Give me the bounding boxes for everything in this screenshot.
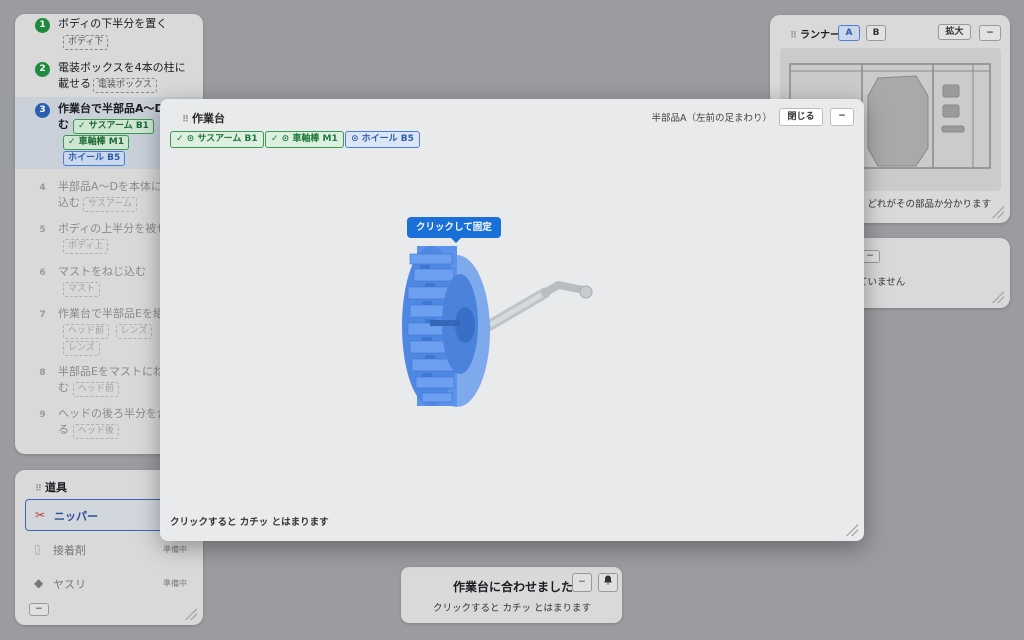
click-to-fix-tooltip: クリックして固定 [407,217,501,243]
tool-status: 準備中 [163,545,187,554]
workbench-title: 作業台 [192,112,226,125]
step-text-line2: む [58,118,69,131]
close-button[interactable]: 閉じる [779,108,823,126]
toast-subtitle: クリックすると カチッ とはまります [433,603,592,614]
runner-title: ランナー [800,30,841,41]
workbench-hint: クリックすると カチッ とはまります [170,517,329,528]
toast-title: 作業台に合わせました [453,580,574,594]
assembly-toast: 作業台に合わせました クリックすると カチッ とはまります − [401,567,622,623]
workbench-3d-view[interactable] [160,99,864,541]
wheel-part[interactable] [402,246,490,407]
step-1[interactable]: 1 ボディの下半分を置く ボディ下 [15,14,203,60]
drag-handle-icon[interactable]: ⠿ [182,115,189,125]
part-tag[interactable]: レンズ [63,341,100,356]
part-tag-selected[interactable]: ホイール B5 [63,151,126,166]
step-number: 8 [39,368,46,378]
step-number: 5 [39,225,46,235]
part-tag[interactable]: ボディ下 [63,35,109,50]
step-number: 1 [35,18,50,33]
part-tag[interactable]: ボディ上 [63,239,109,254]
tools-title: 道具 [45,481,68,494]
part-tag[interactable]: マスト [63,282,101,297]
step-number: 7 [39,310,46,320]
drag-handle-icon[interactable]: ⠿ [35,484,42,494]
resize-handle-icon[interactable] [992,206,1004,218]
part-tag[interactable]: ヘッド前 [63,324,110,339]
step-text: ボディの下半分を置く [58,17,168,30]
part-tag[interactable]: サスアーム [83,197,138,212]
step-text-line2: む [58,381,69,394]
file-icon: ◆ [34,576,44,590]
part-tag[interactable]: ヘッド後 [73,424,120,439]
runner-caption: 、どれがその部品か分かります [858,199,992,210]
part-tag[interactable]: ヘッド前 [73,382,120,397]
part-tag[interactable]: レンズ [115,324,153,339]
part-tag[interactable]: 電装ボックス [93,78,157,93]
step-text-line2: 載せる [58,77,91,90]
tool-status: 準備中 [163,579,187,588]
tool-label: ニッパー [54,510,98,523]
step-number: 9 [39,410,46,420]
tool-label: ヤスリ [53,578,86,591]
part-tag-done[interactable]: ✓ サスアーム B1 [73,119,154,134]
resize-handle-icon[interactable] [846,524,858,536]
part-chip-axle[interactable]: ✓ ⊙ 車軸棒 M1 [265,131,344,148]
workbench-part-name: 半部品A（左前の足まわり） [651,113,773,124]
bell-icon[interactable] [598,573,618,592]
glue-icon: ▯ [34,542,41,556]
step-number: 3 [35,103,50,118]
step-number: 2 [35,62,50,77]
part-tag-done[interactable]: ✓ 車軸棒 M1 [63,135,130,150]
step-text-line2: 込む [58,196,80,209]
resize-handle-icon[interactable] [185,608,197,620]
runner-tab-a[interactable]: A [838,25,860,41]
info-text: ていません [858,277,906,288]
runner-tab-b[interactable]: B [866,25,886,41]
step-number: 4 [39,183,46,193]
tools-collapse-button[interactable]: − [29,603,49,616]
runner-collapse-button[interactable]: − [979,25,1001,41]
resize-handle-icon[interactable] [992,291,1004,303]
part-chip-suspension-arm[interactable]: ✓ ⊙ サスアーム B1 [170,131,264,148]
tool-file[interactable]: ◆ ヤスリ 準備中 [25,568,195,598]
part-chip-wheel[interactable]: ⊙ ホイール B5 [345,131,420,148]
drag-handle-icon[interactable]: ⠿ [790,31,797,41]
tool-label: 接着剤 [53,544,86,557]
scissors-icon: ✂ [35,508,46,522]
step-text-line2: る [58,423,69,436]
workbench-modal: ⠿ 作業台 半部品A（左前の足まわり） 閉じる − ✓ ⊙ サスアーム B1 ✓ … [160,99,864,541]
toast-collapse-button[interactable]: − [572,573,592,592]
step-text: 電装ボックスを4本の柱に [58,61,186,74]
runner-zoom-button[interactable]: 拡大 [938,24,971,40]
step-number: 6 [39,268,46,278]
minimize-button[interactable]: − [830,108,854,126]
